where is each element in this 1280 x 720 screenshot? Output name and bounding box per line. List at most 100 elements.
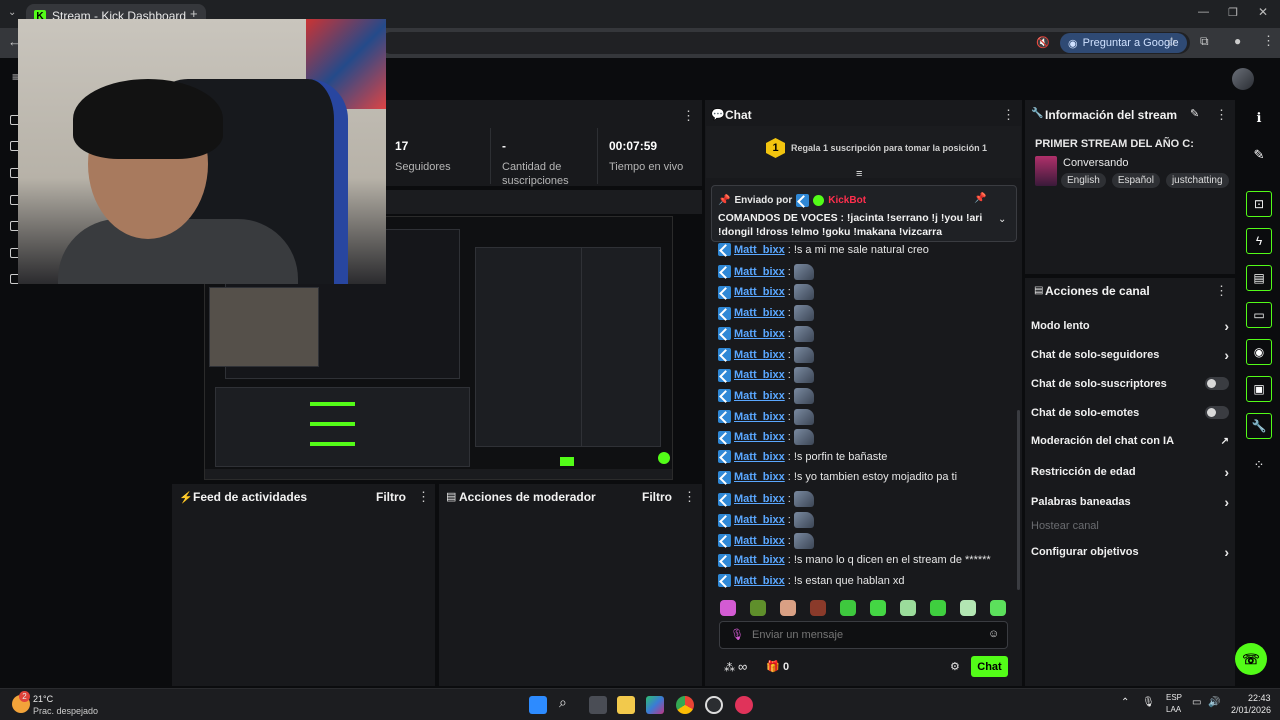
- copilot-icon[interactable]: [646, 696, 664, 714]
- users-icon[interactable]: ⁂: [724, 661, 735, 674]
- stats-menu-icon[interactable]: ⋮: [682, 108, 695, 124]
- emote-icon[interactable]: [793, 263, 814, 280]
- start-menu-icon[interactable]: [529, 696, 547, 714]
- emote-icon[interactable]: [990, 600, 1006, 616]
- emote-icon[interactable]: [900, 600, 916, 616]
- chat-username[interactable]: Matt_bixx: [734, 514, 785, 526]
- emote-icon[interactable]: [720, 600, 736, 616]
- edit-icon[interactable]: ✎: [1246, 142, 1272, 168]
- mic-tray-icon[interactable]: 🎙: [1142, 697, 1155, 708]
- emote-icon[interactable]: [793, 512, 814, 529]
- notes-tool-icon[interactable]: ▤: [1246, 265, 1272, 291]
- emote-icon[interactable]: [793, 346, 814, 363]
- emote-icon[interactable]: [750, 600, 766, 616]
- ai-moderation-row[interactable]: Moderación del chat con IA ↗: [1031, 435, 1229, 447]
- pinned-by-user[interactable]: KickBot: [828, 195, 866, 206]
- file-explorer-icon[interactable]: [617, 696, 635, 714]
- broadcast-tool-icon[interactable]: ◉: [1246, 339, 1272, 365]
- media-player-icon[interactable]: [735, 696, 753, 714]
- chat-username[interactable]: Matt_bixx: [734, 431, 785, 443]
- emote-icon[interactable]: [840, 600, 856, 616]
- microphone-icon[interactable]: 🎙: [730, 628, 744, 641]
- chat-menu-icon[interactable]: ⋮: [1002, 107, 1015, 123]
- task-view-icon[interactable]: [589, 696, 607, 714]
- close-window-icon[interactable]: ✕: [1258, 5, 1268, 19]
- chat-username[interactable]: Matt_bixx: [734, 493, 785, 505]
- emote-icon[interactable]: [793, 284, 814, 301]
- emote-icon[interactable]: [793, 387, 814, 404]
- emote-icon[interactable]: [810, 600, 826, 616]
- chat-tool-icon[interactable]: ▭: [1246, 302, 1272, 328]
- restore-icon[interactable]: ❐: [1228, 6, 1238, 19]
- banned-words-row[interactable]: Palabras baneadas ›: [1031, 494, 1229, 510]
- minimize-icon[interactable]: —: [1198, 6, 1209, 18]
- subs-only-toggle[interactable]: [1205, 377, 1229, 390]
- category-thumbnail[interactable]: [1035, 156, 1057, 186]
- profile-icon[interactable]: ●: [1234, 34, 1241, 48]
- chat-username[interactable]: Matt_bixx: [734, 307, 785, 319]
- activity-filter-button[interactable]: Filtro: [376, 490, 406, 504]
- info-icon[interactable]: ℹ: [1246, 105, 1272, 131]
- emote-icon[interactable]: [930, 600, 946, 616]
- gift-box-icon[interactable]: 🎁: [766, 660, 780, 673]
- chrome-icon[interactable]: [676, 696, 694, 714]
- browser-menu-icon[interactable]: ⋮: [1262, 33, 1275, 49]
- chat-username[interactable]: Matt_bixx: [734, 471, 785, 483]
- lightning-tool-icon[interactable]: ϟ: [1246, 228, 1272, 254]
- chat-username[interactable]: Matt_bixx: [734, 554, 785, 566]
- followers-only-row[interactable]: Chat de solo-seguidores ›: [1031, 347, 1229, 363]
- user-avatar[interactable]: [1232, 68, 1254, 90]
- stream-info-menu-icon[interactable]: ⋮: [1215, 107, 1228, 123]
- emote-icon[interactable]: [793, 305, 814, 322]
- chat-username[interactable]: Matt_bixx: [734, 451, 785, 463]
- chat-username[interactable]: Matt_bixx: [734, 328, 785, 340]
- add-widget-icon[interactable]: ⁘: [1246, 452, 1272, 478]
- settings-tool-icon[interactable]: 🔧: [1246, 413, 1272, 439]
- language-top[interactable]: ESP: [1166, 693, 1182, 702]
- unpin-icon[interactable]: 📌: [974, 193, 986, 204]
- emote-icon[interactable]: [870, 600, 886, 616]
- bookmark-star-icon[interactable]: ☆: [1166, 34, 1178, 50]
- gift-prompt[interactable]: Regala 1 suscripción para tomar la posic…: [791, 143, 987, 153]
- slow-mode-row[interactable]: Modo lento ›: [1031, 318, 1229, 334]
- obs-icon[interactable]: [705, 696, 723, 714]
- emote-icon[interactable]: [960, 600, 976, 616]
- network-icon[interactable]: ▭: [1192, 697, 1201, 708]
- emote-icon[interactable]: [793, 325, 814, 342]
- chat-username[interactable]: Matt_bixx: [734, 369, 785, 381]
- layout-tool-icon[interactable]: ▣: [1246, 376, 1272, 402]
- chat-username[interactable]: Matt_bixx: [734, 244, 785, 256]
- chat-settings-icon[interactable]: ⚙: [950, 660, 960, 673]
- clip-tool-icon[interactable]: ⊡: [1246, 191, 1272, 217]
- support-chat-button[interactable]: ☏: [1235, 643, 1267, 675]
- chat-username[interactable]: Matt_bixx: [734, 286, 785, 298]
- chat-message-input[interactable]: [752, 627, 977, 643]
- chat-username[interactable]: Matt_bixx: [734, 349, 785, 361]
- tag-espanol[interactable]: Español: [1111, 173, 1160, 188]
- emote-icon[interactable]: [793, 532, 814, 549]
- emote-icon[interactable]: [780, 600, 796, 616]
- activity-menu-icon[interactable]: ⋮: [417, 489, 430, 505]
- channel-actions-menu-icon[interactable]: ⋮: [1215, 283, 1228, 299]
- collapse-icon[interactable]: ≡: [856, 168, 862, 180]
- pinned-message[interactable]: 📌 Enviado por KickBot 📌 ⌄ COMANDOS DE VO…: [711, 185, 1017, 242]
- emoji-picker-icon[interactable]: ☺: [988, 628, 999, 640]
- mod-filter-button[interactable]: Filtro: [642, 490, 672, 504]
- clock-time[interactable]: 22:43: [1248, 693, 1271, 703]
- mute-tab-icon[interactable]: 🔇: [1036, 36, 1050, 49]
- clock-date[interactable]: 2/01/2026: [1231, 705, 1271, 715]
- chat-input-box[interactable]: 🎙 ☺: [719, 621, 1008, 649]
- chat-username[interactable]: Matt_bixx: [734, 535, 785, 547]
- edit-pencil-icon[interactable]: ✎: [1190, 107, 1199, 120]
- age-restriction-row[interactable]: Restricción de edad ›: [1031, 464, 1229, 480]
- tag-english[interactable]: English: [1061, 173, 1106, 188]
- extensions-icon[interactable]: ⧉: [1200, 34, 1209, 49]
- chat-username[interactable]: Matt_bixx: [734, 411, 785, 423]
- volume-icon[interactable]: 🔊: [1208, 697, 1220, 708]
- tab-list-icon[interactable]: ⌄: [8, 7, 16, 18]
- tag-justchatting[interactable]: justchatting: [1165, 173, 1229, 188]
- chat-username[interactable]: Matt_bixx: [734, 266, 785, 278]
- emote-icon[interactable]: [793, 491, 814, 508]
- chat-scrollbar[interactable]: [1017, 410, 1020, 590]
- emotes-only-toggle[interactable]: [1205, 406, 1229, 419]
